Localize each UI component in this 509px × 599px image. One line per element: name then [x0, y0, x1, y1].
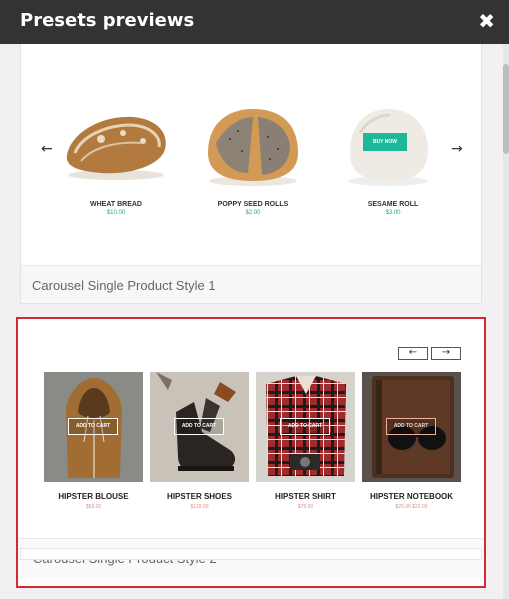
poppy-seed-rolls-image — [198, 93, 308, 193]
product-price: $25.00 $23.00 — [395, 504, 428, 510]
hipster-blouse-image: ADD TO CART — [44, 372, 143, 482]
dialog-header: Presets previews ✖ — [0, 0, 509, 44]
preset-card-next[interactable] — [20, 548, 482, 560]
dialog-title: Presets previews — [20, 10, 195, 31]
product-price: $10.00 — [106, 210, 126, 216]
wheat-bread-image — [61, 93, 171, 193]
close-icon[interactable]: ✖ — [478, 9, 495, 33]
arrow-right-icon: → — [441, 347, 451, 358]
product-card[interactable]: WHEAT BREAD $10.00 — [61, 93, 171, 216]
product-name[interactable]: SESAME ROLL — [338, 201, 448, 208]
product-price: $2.00 — [245, 210, 261, 216]
product-name[interactable]: HIPSTER SHIRT — [256, 492, 355, 501]
carousel-next-button[interactable]: → — [431, 347, 461, 360]
product-name[interactable]: HIPSTER SHOES — [150, 492, 249, 501]
scrollbar[interactable] — [503, 44, 509, 599]
add-to-cart-button[interactable]: ADD TO CART — [174, 418, 224, 435]
product-price: $79.00 — [297, 504, 314, 510]
preset-label: Carousel Single Product Style 1 — [21, 265, 481, 303]
add-to-cart-button[interactable]: ADD TO CART — [68, 418, 118, 435]
product-price: $3.00 — [385, 210, 401, 216]
carousel-next-arrow-icon[interactable]: → — [451, 141, 463, 157]
product-card[interactable]: POPPY SEED ROLLS $2.00 — [198, 93, 308, 216]
product-price: $129.00 — [190, 504, 209, 510]
hipster-shoes-image: ADD TO CART — [150, 372, 249, 482]
add-to-cart-button[interactable]: ADD TO CART — [280, 418, 330, 435]
product-card[interactable]: ADD TO CART HIPSTER BLOUSE $59.00 — [44, 372, 143, 510]
product-card[interactable]: ADD TO CART HIPSTER NOTEBOOK $25.00 $23.… — [362, 372, 461, 510]
carousel-prev-arrow-icon[interactable]: ← — [41, 141, 53, 157]
product-name[interactable]: WHEAT BREAD — [61, 201, 171, 208]
buy-now-button[interactable]: BUY NOW — [363, 133, 407, 151]
product-name[interactable]: HIPSTER BLOUSE — [44, 492, 143, 501]
arrow-left-icon: ← — [408, 347, 418, 358]
hipster-shirt-image: ADD TO CART — [256, 372, 355, 482]
product-card[interactable]: ADD TO CART HIPSTER SHOES $129.00 — [150, 372, 249, 510]
scrollbar-thumb[interactable] — [503, 64, 509, 154]
product-price: $59.00 — [85, 504, 102, 510]
hipster-notebook-image: ADD TO CART — [362, 372, 461, 482]
product-name[interactable]: HIPSTER NOTEBOOK — [362, 492, 461, 501]
sesame-roll-image: BUY NOW — [338, 93, 448, 193]
product-card[interactable]: ADD TO CART HIPSTER SHIRT $79.00 — [256, 372, 355, 510]
product-name[interactable]: POPPY SEED ROLLS — [198, 201, 308, 208]
product-card[interactable]: BUY NOW SESAME ROLL $3.00 — [338, 93, 448, 216]
preset-card-style-1[interactable]: ← → WHEAT BREAD $10.00 POPPY SEED ROLLS … — [20, 44, 482, 304]
presets-list[interactable]: ← → WHEAT BREAD $10.00 POPPY SEED ROLLS … — [0, 44, 509, 599]
add-to-cart-button[interactable]: ADD TO CART — [386, 418, 436, 435]
carousel-prev-button[interactable]: ← — [398, 347, 428, 360]
